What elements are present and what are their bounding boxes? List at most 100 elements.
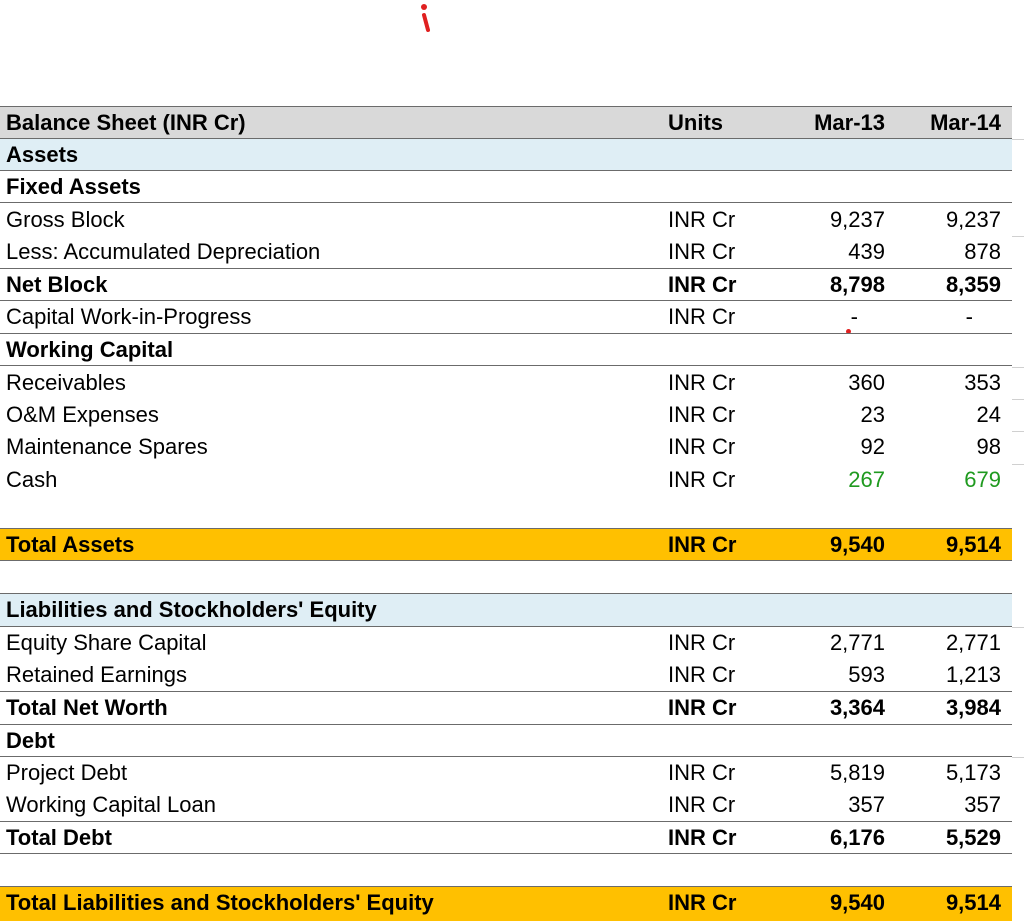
value-mar14: 8,359 [946, 269, 1001, 301]
value-mar14: 2,771 [946, 627, 1001, 659]
row-label: Gross Block [6, 204, 125, 236]
value-mar14: 357 [964, 789, 1001, 821]
row-units: INR Cr [668, 822, 736, 854]
value-mar13: 439 [848, 236, 885, 268]
value-mar13: 357 [848, 789, 885, 821]
row-label: Retained Earnings [6, 659, 187, 691]
balance-sheet: Balance Sheet (INR Cr) Units Mar-13 Mar-… [0, 0, 1024, 921]
value-mar13: 9,540 [830, 529, 885, 561]
sheet-title: Balance Sheet (INR Cr) [6, 107, 246, 139]
table-row: Project Debt INR Cr 5,819 5,173 [0, 757, 1012, 789]
row-units: INR Cr [668, 367, 735, 399]
value-mar13: 593 [848, 659, 885, 691]
row-label: Less: Accumulated Depreciation [6, 236, 320, 268]
row-label: Maintenance Spares [6, 431, 208, 463]
row-label: Working Capital [6, 334, 173, 366]
table-row: Working Capital Loan INR Cr 357 357 [0, 789, 1012, 822]
value-mar14: 9,237 [946, 204, 1001, 236]
value-mar13: 3,364 [830, 692, 885, 724]
value-mar14: 679 [964, 464, 1001, 496]
subtotal-row-total-debt: Total Debt INR Cr 6,176 5,529 [0, 822, 1012, 854]
row-label: Capital Work-in-Progress [6, 301, 251, 333]
row-units: INR Cr [668, 269, 736, 301]
subtotal-row-net-block: Net Block INR Cr 8,798 8,359 [0, 269, 1012, 301]
row-units: INR Cr [668, 529, 736, 561]
row-units: INR Cr [668, 887, 736, 919]
row-label: Project Debt [6, 757, 127, 789]
row-label: Total Debt [6, 822, 112, 854]
value-mar13: - [851, 301, 858, 333]
grid-line [1012, 627, 1024, 628]
units-header: Units [668, 107, 723, 139]
subtotal-row-net-worth: Total Net Worth INR Cr 3,364 3,984 [0, 692, 1012, 725]
row-units: INR Cr [668, 789, 735, 821]
row-label: Equity Share Capital [6, 627, 207, 659]
value-mar13: 267 [848, 464, 885, 496]
table-row: Capital Work-in-Progress INR Cr - - [0, 301, 1012, 334]
col-header-mar13: Mar-13 [814, 107, 885, 139]
value-mar13: 5,819 [830, 757, 885, 789]
red-annotation-mark [419, 2, 433, 32]
table-header: Balance Sheet (INR Cr) Units Mar-13 Mar-… [0, 106, 1012, 139]
table-row: Cash INR Cr 267 679 [0, 464, 1012, 496]
grid-line [1012, 367, 1024, 368]
grid-line [1012, 236, 1024, 237]
value-mar13: 360 [848, 367, 885, 399]
value-mar13: 6,176 [830, 822, 885, 854]
row-label: Receivables [6, 367, 126, 399]
value-mar14: 353 [964, 367, 1001, 399]
value-mar13: 2,771 [830, 627, 885, 659]
table-row: Equity Share Capital INR Cr 2,771 2,771 [0, 627, 1012, 659]
value-mar14: 9,514 [946, 529, 1001, 561]
row-units: INR Cr [668, 204, 735, 236]
grid-line [1012, 139, 1024, 140]
value-mar13: 8,798 [830, 269, 885, 301]
row-units: INR Cr [668, 464, 735, 496]
row-label: Liabilities and Stockholders' Equity [6, 594, 377, 626]
value-mar14: 9,514 [946, 887, 1001, 919]
value-mar14: - [966, 301, 973, 333]
total-row-assets: Total Assets INR Cr 9,540 9,514 [0, 528, 1012, 561]
value-mar13: 9,237 [830, 204, 885, 236]
row-units: INR Cr [668, 399, 735, 431]
col-header-mar14: Mar-14 [930, 107, 1001, 139]
row-label: Assets [6, 139, 78, 171]
group-row-fixed-assets: Fixed Assets [0, 171, 1012, 203]
value-mar14: 98 [977, 431, 1001, 463]
row-units: INR Cr [668, 757, 735, 789]
grid-line [1012, 757, 1024, 758]
value-mar13: 23 [861, 399, 885, 431]
grid-line [1012, 431, 1024, 432]
group-row-working-capital: Working Capital [0, 334, 1012, 366]
section-row-liabilities: Liabilities and Stockholders' Equity [0, 593, 1012, 627]
row-units: INR Cr [668, 301, 735, 333]
row-label: Net Block [6, 269, 107, 301]
row-label: Total Liabilities and Stockholders' Equi… [6, 887, 434, 919]
row-label: Total Assets [6, 529, 134, 561]
row-label: Cash [6, 464, 57, 496]
total-row-liabilities-equity: Total Liabilities and Stockholders' Equi… [0, 886, 1012, 921]
value-mar14: 878 [964, 236, 1001, 268]
row-label: Fixed Assets [6, 171, 141, 203]
row-label: Debt [6, 725, 55, 757]
table-row: Maintenance Spares INR Cr 92 98 [0, 431, 1012, 463]
table-row: Receivables INR Cr 360 353 [0, 367, 1012, 399]
row-units: INR Cr [668, 659, 735, 691]
value-mar14: 3,984 [946, 692, 1001, 724]
grid-line [1012, 399, 1024, 400]
table-row: Retained Earnings INR Cr 593 1,213 [0, 659, 1012, 692]
section-row-assets: Assets [0, 139, 1012, 171]
value-mar13: 9,540 [830, 887, 885, 919]
row-label: Working Capital Loan [6, 789, 216, 821]
row-label: Total Net Worth [6, 692, 168, 724]
row-units: INR Cr [668, 236, 735, 268]
value-mar14: 1,213 [946, 659, 1001, 691]
row-units: INR Cr [668, 627, 735, 659]
value-mar14: 5,173 [946, 757, 1001, 789]
table-row: Less: Accumulated Depreciation INR Cr 43… [0, 236, 1012, 269]
table-row: Gross Block INR Cr 9,237 9,237 [0, 204, 1012, 236]
row-label: O&M Expenses [6, 399, 159, 431]
row-units: INR Cr [668, 692, 736, 724]
grid-line [1012, 464, 1024, 465]
group-row-debt: Debt [0, 725, 1012, 757]
